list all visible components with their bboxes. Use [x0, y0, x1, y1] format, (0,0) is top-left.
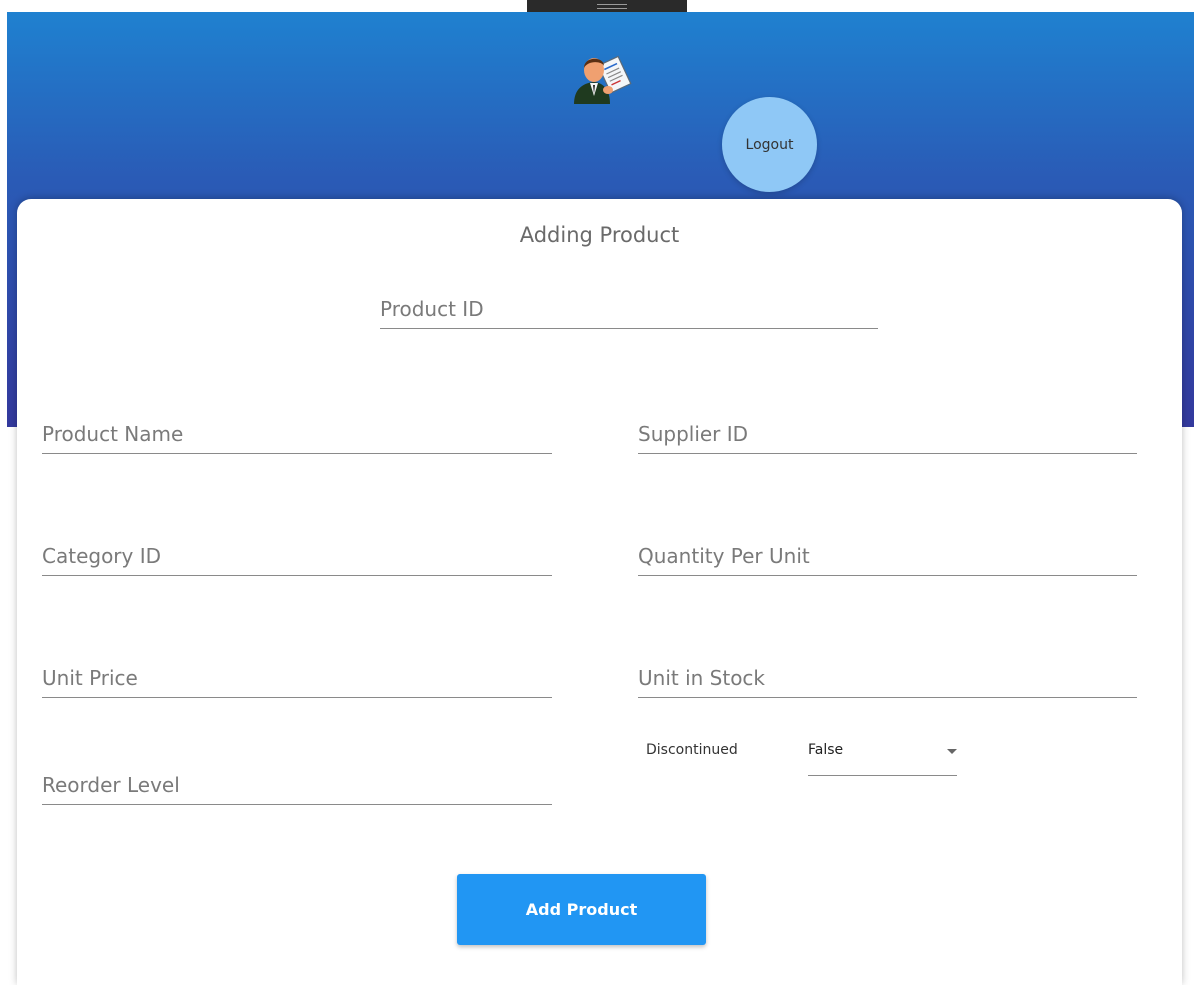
- product-name-field: [42, 416, 552, 454]
- discontinued-select[interactable]: False: [808, 736, 957, 776]
- window-drag-handle[interactable]: [527, 0, 687, 12]
- supplier-id-field: [638, 416, 1137, 454]
- product-id-field: [380, 291, 878, 329]
- unit-in-stock-field: [638, 660, 1137, 698]
- category-id-input[interactable]: [42, 538, 552, 574]
- add-product-button[interactable]: Add Product: [457, 874, 706, 945]
- category-id-field: [42, 538, 552, 576]
- add-product-card: Adding Product Discontinued False Add Pr…: [17, 199, 1182, 985]
- unit-in-stock-input[interactable]: [638, 660, 1137, 696]
- quantity-per-unit-field: [638, 538, 1137, 576]
- discontinued-label: Discontinued: [646, 742, 738, 758]
- caret-down-icon: [947, 749, 957, 754]
- logout-button[interactable]: Logout: [722, 97, 817, 192]
- user-avatar-icon: [570, 46, 632, 104]
- unit-price-field: [42, 660, 552, 698]
- reorder-level-input[interactable]: [42, 767, 552, 803]
- discontinued-selected-value: False: [808, 742, 844, 758]
- product-name-input[interactable]: [42, 416, 552, 452]
- card-title: Adding Product: [519, 223, 680, 247]
- product-id-input[interactable]: [380, 291, 878, 327]
- reorder-level-field: [42, 767, 552, 805]
- supplier-id-input[interactable]: [638, 416, 1137, 452]
- quantity-per-unit-input[interactable]: [638, 538, 1137, 574]
- unit-price-input[interactable]: [42, 660, 552, 696]
